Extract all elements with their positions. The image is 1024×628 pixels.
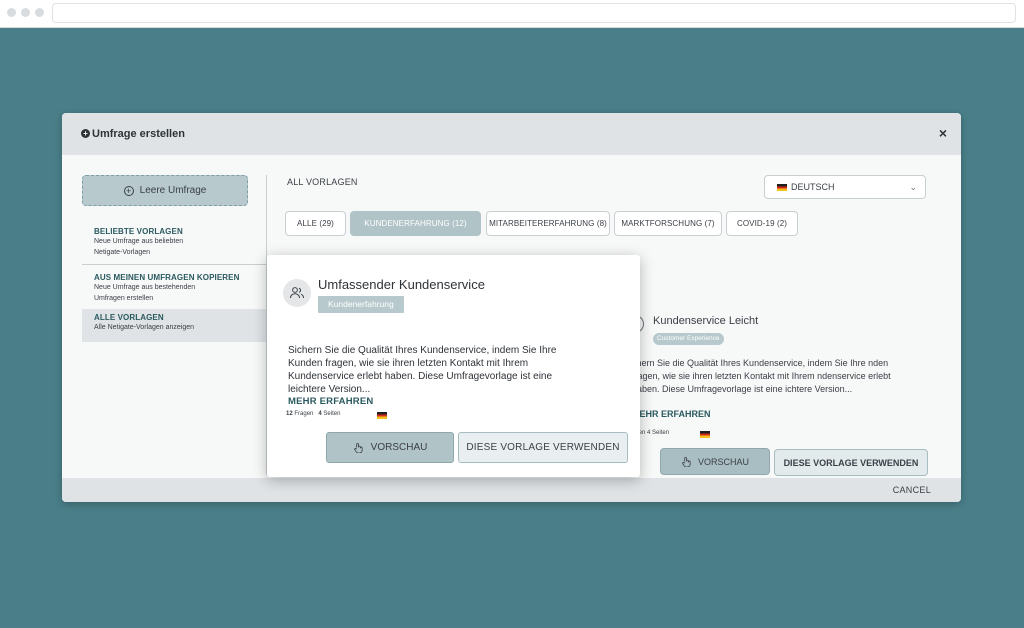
close-icon[interactable]: × <box>939 125 947 141</box>
language-select[interactable]: DEUTSCH ⌄ <box>764 175 926 199</box>
learn-more-link[interactable]: MEHR ERFAHREN <box>632 409 711 419</box>
template-description: chern Sie die Qualität Ihres Kundenservi… <box>632 358 891 394</box>
sidebar-item-copy[interactable]: AUS MEINEN UMFRAGEN KOPIEREN Neue Umfrag… <box>82 269 266 308</box>
questions-label: Fragen <box>294 411 314 417</box>
section-heading: ALL VORLAGEN <box>287 177 358 187</box>
template-card-focused: Umfassender Kundenservice Kundenerfahrun… <box>267 255 640 477</box>
sidebar-item-title: ALLE VORLAGEN <box>94 313 164 322</box>
german-flag-icon <box>700 431 710 438</box>
empty-survey-button[interactable]: + Leere Umfrage <box>82 175 248 206</box>
plus-circle-icon: + <box>123 185 134 196</box>
template-avatar <box>283 279 311 307</box>
tab-all[interactable]: ALLE (29) <box>285 211 346 236</box>
preview-button[interactable]: VORSCHAU <box>326 432 454 463</box>
url-bar[interactable] <box>52 3 1016 23</box>
tab-customer-experience[interactable]: KUNDENERFAHRUNG (12) <box>350 211 481 236</box>
users-icon <box>290 287 304 299</box>
sidebar-divider <box>82 264 266 265</box>
hand-pointer-icon <box>682 456 691 467</box>
cancel-button[interactable]: CANCEL <box>893 485 931 495</box>
modal-title: Umfrage erstellen <box>92 128 185 140</box>
pages-count: 4 <box>318 411 322 417</box>
preview-label: VORSCHAU <box>697 456 749 467</box>
window-minimize-dot[interactable] <box>21 8 30 17</box>
window-maximize-dot[interactable] <box>35 8 44 17</box>
empty-survey-label: Leere Umfrage <box>139 185 207 196</box>
learn-more-link[interactable]: MEHR ERFAHREN <box>288 396 373 407</box>
template-meta: 12 Fragen 4 Seiten <box>286 411 340 417</box>
plus-circle-icon: + <box>81 129 90 138</box>
sidebar-item-desc: Netigate-Vorlagen <box>94 249 151 256</box>
questions-count: 12 <box>286 411 293 417</box>
preview-label: VORSCHAU <box>370 442 428 453</box>
hand-pointer-icon <box>353 442 363 453</box>
pages-label: Seiten <box>323 411 341 417</box>
tab-employee-experience[interactable]: MITARBEITERERFAHRUNG (8) <box>486 211 610 236</box>
chevron-down-icon: ⌄ <box>909 182 917 192</box>
german-flag-icon <box>777 184 787 191</box>
sidebar-item-all-templates[interactable]: ALLE VORLAGEN Alle Netigate-Vorlagen anz… <box>82 309 266 342</box>
window-close-dot[interactable] <box>7 8 16 17</box>
modal-header: + Umfrage erstellen × <box>62 113 961 155</box>
sidebar-item-desc: Neue Umfrage aus beliebten <box>94 238 184 245</box>
modal-footer: CANCEL <box>62 478 961 502</box>
sidebar-item-title: AUS MEINEN UMFRAGEN KOPIEREN <box>94 273 240 282</box>
preview-button[interactable]: VORSCHAU <box>660 448 770 475</box>
use-template-button[interactable]: DIESE VORLAGE VERWENDEN <box>458 432 628 463</box>
template-title: Kundenservice Leicht <box>653 315 759 327</box>
category-badge: Kundenerfahrung <box>318 296 404 313</box>
sidebar-item-popular[interactable]: BELIEBTE VORLAGEN Neue Umfrage aus belie… <box>82 223 266 262</box>
sidebar-item-desc: Neue Umfrage aus bestehenden <box>94 284 196 291</box>
sidebar-item-title: BELIEBTE VORLAGEN <box>94 227 183 236</box>
sidebar-item-desc: Umfragen erstellen <box>94 295 154 302</box>
browser-bar <box>0 0 1024 28</box>
tab-market-research[interactable]: MARKTFORSCHUNG (7) <box>614 211 722 236</box>
sidebar-item-desc: Alle Netigate-Vorlagen anzeigen <box>94 324 195 331</box>
category-badge: Customer Experience <box>653 333 724 345</box>
template-title: Umfassender Kundenservice <box>318 277 485 292</box>
tab-covid[interactable]: COVID-19 (2) <box>726 211 798 236</box>
language-label: DEUTSCH <box>791 182 835 192</box>
template-description: Sichern Sie die Qualität Ihres Kundenser… <box>288 345 557 395</box>
german-flag-icon <box>377 412 387 419</box>
use-template-button[interactable]: DIESE VORLAGE VERWENDEN <box>774 449 928 476</box>
